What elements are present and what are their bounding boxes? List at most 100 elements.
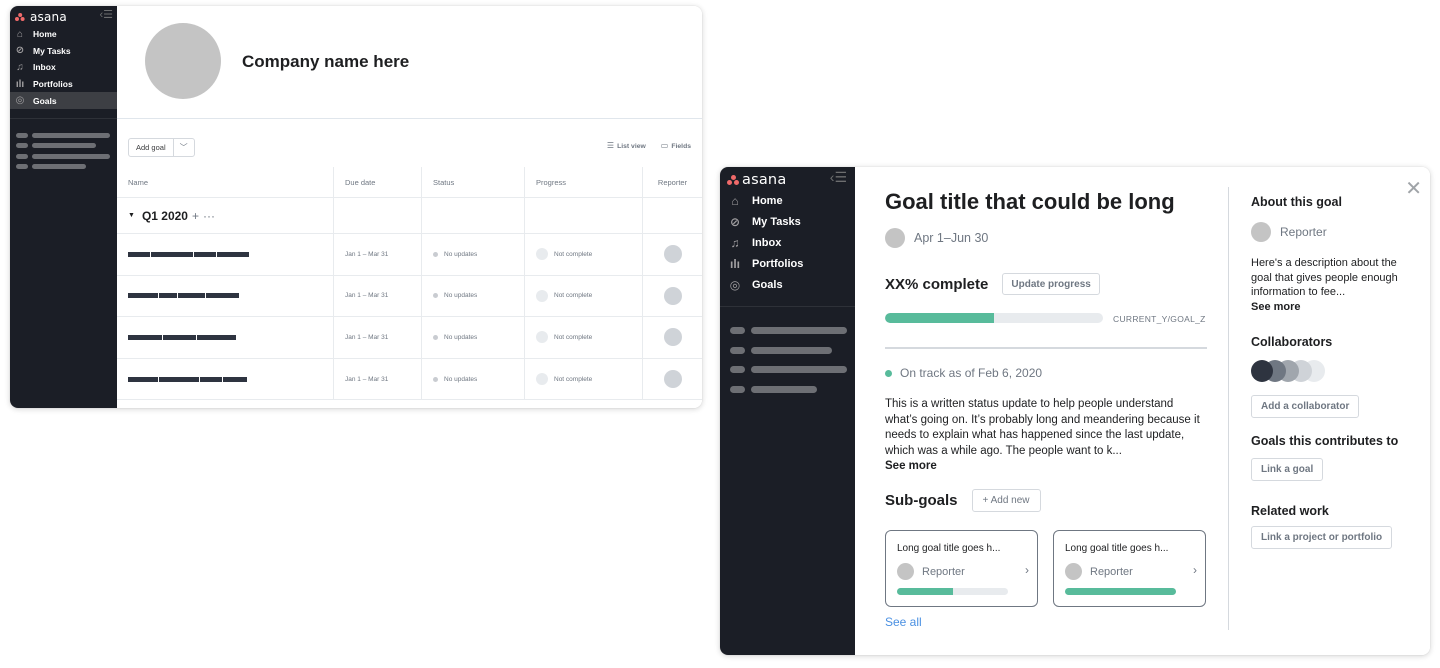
see-more-link[interactable]: See more bbox=[885, 459, 1207, 475]
progress-text: Not complete bbox=[554, 375, 593, 383]
section-title: Q1 2020 bbox=[141, 208, 188, 223]
reporter-label: Reporter bbox=[1280, 225, 1327, 239]
table-row[interactable]: Jan 1 – Mar 31 No updates Not complete bbox=[117, 275, 702, 318]
view-controls: ☰ List view ▭ Fields bbox=[607, 141, 691, 150]
link-goal-button[interactable]: Link a goal bbox=[1251, 458, 1324, 481]
sidebar-item-label: Goals bbox=[33, 95, 57, 106]
chevron-down-icon[interactable]: ﹀ bbox=[174, 139, 194, 156]
owner-avatar[interactable] bbox=[885, 228, 905, 248]
sidebar-item-inbox[interactable]: ♫ Inbox bbox=[10, 59, 117, 76]
column-header-status[interactable]: Status bbox=[422, 167, 525, 197]
progress-ring-icon bbox=[536, 289, 548, 302]
column-header-due-date[interactable]: Due date bbox=[334, 167, 422, 197]
section-header[interactable]: ▼ Q1 2020 + ··· bbox=[128, 209, 215, 223]
reporter-label: Reporter bbox=[1090, 565, 1133, 578]
contributes-heading: Goals this contributes to bbox=[1251, 434, 1399, 448]
progress-text: Not complete bbox=[554, 292, 593, 300]
status-text: No updates bbox=[444, 333, 478, 341]
goal-name-redacted bbox=[128, 334, 236, 340]
sidebar-item-home[interactable]: ⌂ Home bbox=[720, 191, 855, 212]
sidebar-item-my-tasks[interactable]: ⊘ My Tasks bbox=[720, 212, 855, 233]
collapse-menu-icon[interactable]: ‹☰ bbox=[99, 8, 113, 21]
asana-logo-icon bbox=[727, 175, 739, 185]
progress-ring-icon bbox=[536, 373, 548, 386]
caret-down-icon[interactable]: ▼ bbox=[128, 212, 135, 219]
column-header-name[interactable]: Name bbox=[117, 167, 334, 197]
reporter-avatar[interactable] bbox=[663, 328, 682, 347]
sidebar-item-goals[interactable]: ◎ Goals bbox=[720, 274, 855, 295]
sidebar-item-label: Portfolios bbox=[33, 79, 73, 90]
company-name: Company name here bbox=[242, 52, 410, 71]
add-goal-button[interactable]: Add goal bbox=[129, 139, 174, 156]
progress-cell: Not complete bbox=[525, 275, 643, 317]
goals-toolbar: Add goal ﹀ ☰ List view ▭ Fields bbox=[128, 137, 691, 157]
sidebar-item-home[interactable]: ⌂ Home bbox=[10, 26, 117, 43]
link-project-button[interactable]: Link a project or portfolio bbox=[1251, 526, 1393, 549]
column-header-reporter[interactable]: Reporter bbox=[643, 167, 702, 197]
table-row[interactable]: Jan 1 – Mar 31 No updates Not complete bbox=[117, 317, 702, 359]
goal-date-range[interactable]: Apr 1–Jun 30 bbox=[914, 231, 988, 245]
reporter-avatar[interactable] bbox=[663, 245, 682, 264]
progress-percent: XX% complete bbox=[885, 275, 989, 293]
table-header: Name Due date Status Progress Reporter bbox=[117, 167, 702, 198]
asana-logo[interactable]: asana bbox=[727, 172, 786, 188]
status-cell: No updates bbox=[422, 358, 525, 400]
reporter-avatar[interactable] bbox=[1251, 222, 1271, 242]
goal-description: Here's a description about the goal that… bbox=[1251, 256, 1416, 314]
collapse-menu-icon[interactable]: ‹☰ bbox=[830, 169, 847, 186]
close-icon[interactable]: ✕ bbox=[1405, 179, 1422, 199]
subgoals-header: Sub-goals + Add new bbox=[885, 489, 1041, 512]
collaborator-avatar[interactable] bbox=[1251, 360, 1273, 382]
table-row[interactable]: Jan 1 – Mar 31 No updates Not complete bbox=[117, 358, 702, 401]
sidebar-item-portfolios[interactable]: ılı Portfolios bbox=[720, 253, 855, 274]
add-icon[interactable]: + bbox=[192, 209, 199, 223]
reporter-avatar[interactable] bbox=[663, 370, 682, 389]
subgoals-title: Sub-goals bbox=[885, 492, 958, 509]
goal-name-redacted bbox=[128, 293, 239, 299]
table-row[interactable]: Jan 1 – Mar 31 No updates Not complete bbox=[117, 234, 702, 276]
goal-title[interactable]: Goal title that could be long bbox=[885, 189, 1175, 215]
status-cell: No updates bbox=[422, 275, 525, 317]
fields-button[interactable]: ▭ Fields bbox=[661, 141, 691, 150]
add-collaborator-button[interactable]: Add a collaborator bbox=[1251, 395, 1360, 418]
add-goal-split-button: Add goal ﹀ bbox=[128, 138, 195, 157]
subgoal-progress-fill bbox=[1065, 588, 1176, 595]
asana-logo[interactable]: asana bbox=[15, 10, 67, 24]
add-subgoal-button[interactable]: + Add new bbox=[971, 489, 1041, 512]
subgoal-card[interactable]: Long goal title goes h... Reporter › bbox=[885, 530, 1038, 607]
sidebar-item-label: Home bbox=[33, 29, 57, 40]
see-more-link[interactable]: See more bbox=[1251, 300, 1416, 315]
description-text: Here's a description about the goal that… bbox=[1251, 257, 1398, 298]
subgoal-card[interactable]: Long goal title goes h... Reporter › bbox=[1053, 530, 1206, 607]
subgoal-progress-bar bbox=[897, 588, 1008, 595]
goals-table: Name Due date Status Progress Reporter ▼… bbox=[117, 167, 702, 401]
chevron-right-icon: › bbox=[1193, 563, 1197, 577]
goal-icon: ◎ bbox=[729, 277, 741, 292]
section-row: ▼ Q1 2020 + ··· bbox=[117, 198, 702, 234]
sidebar-item-label: Inbox bbox=[33, 62, 56, 73]
update-progress-button[interactable]: Update progress bbox=[1002, 273, 1100, 295]
placeholder-row bbox=[730, 360, 847, 380]
see-all-link[interactable]: See all bbox=[885, 615, 922, 629]
sidebar-item-my-tasks[interactable]: ⊘ My Tasks bbox=[10, 43, 117, 60]
chevron-right-icon: › bbox=[1025, 563, 1029, 577]
sidebar-item-portfolios[interactable]: ılı Portfolios bbox=[10, 76, 117, 93]
goal-owner-date: Apr 1–Jun 30 bbox=[885, 228, 988, 248]
sidebar-placeholder-list bbox=[16, 130, 110, 172]
more-icon[interactable]: ··· bbox=[203, 209, 215, 223]
sidebar-item-inbox[interactable]: ♫ Inbox bbox=[720, 233, 855, 254]
goals-list-main: Company name here Add goal ﹀ ☰ List view … bbox=[117, 6, 702, 408]
placeholder-row bbox=[16, 151, 110, 162]
column-header-progress[interactable]: Progress bbox=[525, 167, 643, 197]
collaborator-avatars[interactable] bbox=[1251, 360, 1325, 382]
subgoal-reporter: Reporter bbox=[1065, 563, 1133, 580]
due-date: Jan 1 – Mar 31 bbox=[334, 275, 422, 317]
due-date: Jan 1 – Mar 31 bbox=[334, 234, 422, 275]
status-text: On track as of Feb 6, 2020 bbox=[900, 366, 1043, 380]
sidebar: asana ‹☰ ⌂ Home ⊘ My Tasks ♫ Inbox ılı P… bbox=[720, 167, 855, 655]
reporter-avatar[interactable] bbox=[663, 286, 682, 305]
list-view-button[interactable]: ☰ List view bbox=[607, 141, 646, 150]
sidebar-item-goals[interactable]: ◎ Goals bbox=[10, 92, 117, 109]
company-header: Company name here bbox=[117, 6, 702, 119]
status-update-text: This is a written status update to help … bbox=[885, 398, 1200, 457]
